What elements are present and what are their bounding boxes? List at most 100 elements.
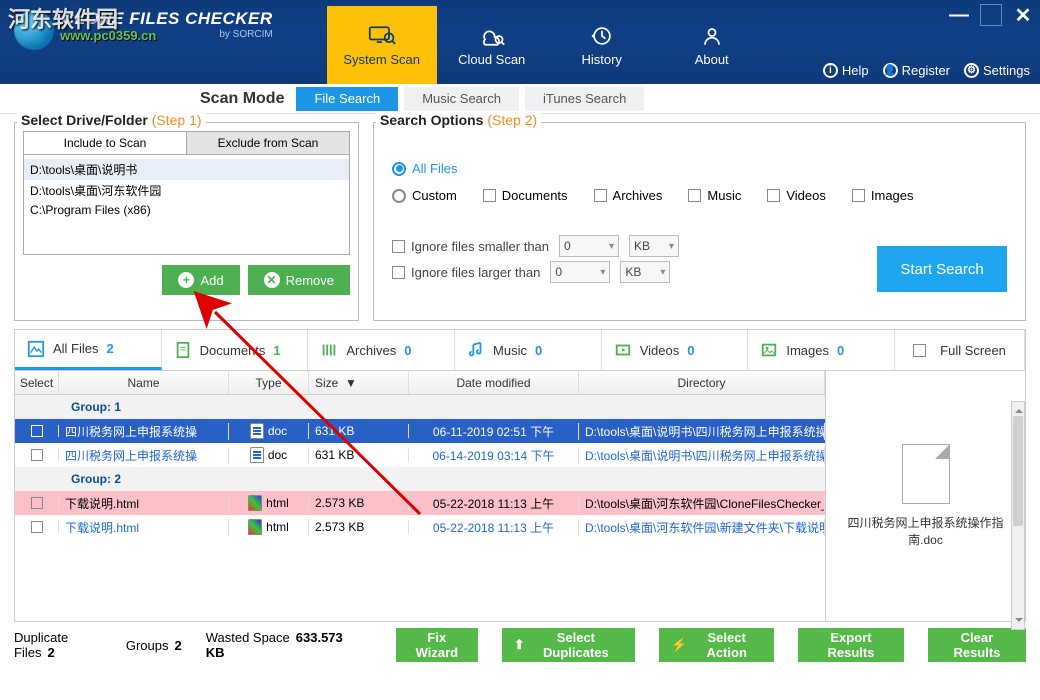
close-button[interactable]: ✕: [1012, 4, 1034, 26]
smaller-unit[interactable]: KB: [629, 235, 679, 257]
th-directory[interactable]: Directory: [579, 371, 825, 394]
tab-cloud-scan[interactable]: Cloud Scan: [437, 6, 547, 84]
cell-size: 2.573 KB: [309, 520, 409, 534]
folder-item[interactable]: D:\tools\桌面\说明书: [24, 159, 349, 180]
qr-icon[interactable]: [980, 4, 1002, 26]
videos-label: Videos: [786, 188, 826, 203]
rtab-videos[interactable]: Videos 0: [602, 330, 749, 370]
rtab-archives[interactable]: Archives 0: [308, 330, 455, 370]
th-size[interactable]: Size ▼: [309, 371, 409, 394]
plus-icon: +: [178, 272, 194, 288]
tab-history-label: History: [581, 52, 621, 67]
tab-history[interactable]: History: [547, 6, 657, 84]
table-row[interactable]: 下载说明.html html 2.573 KB 05-22-2018 11:13…: [15, 491, 825, 515]
row-checkbox[interactable]: [31, 521, 43, 533]
larger-unit[interactable]: KB: [620, 261, 670, 283]
folder-item[interactable]: D:\tools\桌面\河东软件园: [24, 180, 349, 201]
scan-mode-label: Scan Mode: [200, 90, 284, 108]
tab-exclude[interactable]: Exclude from Scan: [187, 132, 349, 154]
archives-icon: [320, 341, 338, 359]
x-icon: ✕: [264, 272, 280, 288]
rtab-arch-count: 0: [404, 343, 411, 358]
app-subtitle: by SORCIM: [62, 29, 273, 40]
tab-about[interactable]: About: [657, 6, 767, 84]
clear-results-button[interactable]: Clear Results: [928, 628, 1026, 662]
monitor-search-icon: [368, 24, 396, 48]
rtab-all-label: All Files: [53, 341, 99, 356]
selact-label: Select Action: [691, 630, 762, 660]
check-images[interactable]: Images: [852, 188, 914, 203]
status-bar: Duplicate Files2 Groups2 Wasted Space633…: [0, 622, 1040, 668]
preview-pane: 四川税务网上申报系统操作指南.doc: [825, 371, 1025, 621]
videos-icon: [614, 341, 632, 359]
row-checkbox[interactable]: [31, 425, 43, 437]
tab-include[interactable]: Include to Scan: [24, 132, 187, 154]
scan-mode-row: Scan Mode File Search Music Search iTune…: [0, 84, 1040, 114]
radio-all-files[interactable]: All Files: [392, 161, 458, 176]
export-results-button[interactable]: Export Results: [798, 628, 904, 662]
fix-wizard-button[interactable]: Fix Wizard: [396, 628, 478, 662]
folder-list[interactable]: D:\tools\桌面\说明书 D:\tools\桌面\河东软件园 C:\Pro…: [23, 155, 350, 255]
tab-system-scan[interactable]: System Scan: [327, 6, 437, 84]
vertical-scrollbar[interactable]: [1011, 401, 1025, 630]
select-duplicates-button[interactable]: ⬆Select Duplicates: [502, 628, 635, 662]
th-date[interactable]: Date modified: [409, 371, 579, 394]
main-nav: System Scan Cloud Scan History About: [327, 0, 767, 84]
up-arrow-icon: ⬆: [514, 637, 525, 653]
check-videos[interactable]: Videos: [767, 188, 826, 203]
mode-music-search[interactable]: Music Search: [404, 87, 519, 111]
preview-doc-icon: [902, 444, 950, 504]
fullscreen-check: [913, 344, 926, 357]
check-ignore-smaller[interactable]: Ignore files smaller than: [392, 239, 549, 254]
help-link[interactable]: i Help: [823, 63, 869, 78]
table-row[interactable]: 四川税务网上申报系统操 doc 631 KB 06-14-2019 03:14 …: [15, 443, 825, 467]
wasted-space-label: Wasted Space633.573 KB: [206, 630, 348, 660]
check-music[interactable]: Music: [688, 188, 741, 203]
minimize-button[interactable]: —: [948, 4, 970, 26]
info-icon: i: [823, 63, 838, 78]
rtab-docs-count: 1: [273, 343, 280, 358]
check-ignore-larger[interactable]: Ignore files larger than: [392, 265, 540, 280]
cell-name: 下载说明.html: [59, 495, 229, 512]
start-search-button[interactable]: Start Search: [877, 246, 1007, 292]
rtab-documents[interactable]: Documents 1: [162, 330, 309, 370]
images-label: Images: [871, 188, 914, 203]
cell-dir: D:\tools\桌面\河东软件园\新建文件夹\下载说明.html: [579, 519, 825, 536]
add-folder-button[interactable]: + Add: [162, 265, 239, 295]
th-type[interactable]: Type: [229, 371, 309, 394]
rtab-images[interactable]: Images 0: [748, 330, 895, 370]
rtab-all[interactable]: All Files 2: [15, 330, 162, 370]
allfiles-label: All Files: [412, 161, 458, 176]
register-link[interactable]: 👤Register: [883, 63, 950, 78]
cell-size: 631 KB: [309, 424, 409, 438]
fullscreen-toggle[interactable]: Full Screen: [895, 330, 1025, 370]
remove-folder-button[interactable]: ✕Remove: [248, 265, 350, 295]
dup-files-label: Duplicate Files2: [14, 630, 102, 660]
folder-item[interactable]: C:\Program Files (x86): [24, 201, 349, 219]
th-name[interactable]: Name: [59, 371, 229, 394]
settings-link[interactable]: ⚙Settings: [964, 63, 1030, 78]
help-label: Help: [842, 63, 869, 78]
table-row[interactable]: 下载说明.html html 2.573 KB 05-22-2018 11:13…: [15, 515, 825, 539]
check-documents[interactable]: Documents: [483, 188, 568, 203]
add-label: Add: [200, 273, 223, 288]
row-checkbox[interactable]: [31, 497, 43, 509]
rtab-images-count: 0: [837, 343, 844, 358]
rtab-music[interactable]: Music 0: [455, 330, 602, 370]
music-icon: [467, 341, 485, 359]
mode-itunes-search[interactable]: iTunes Search: [525, 87, 644, 111]
smaller-value[interactable]: 0: [559, 235, 619, 257]
larger-value[interactable]: 0: [550, 261, 610, 283]
mode-file-search[interactable]: File Search: [296, 87, 398, 111]
results-table: Select Name Type Size ▼ Date modified Di…: [14, 371, 1026, 622]
titlebar: CLONE FILES CHECKER by SORCIM System Sca…: [0, 0, 1040, 84]
th-select[interactable]: Select: [15, 371, 59, 394]
cell-type: doc: [268, 424, 287, 438]
radio-custom[interactable]: Custom: [392, 188, 457, 203]
check-archives[interactable]: Archives: [594, 188, 663, 203]
table-row[interactable]: 四川税务网上申报系统操 doc 631 KB 06-11-2019 02:51 …: [15, 419, 825, 443]
scroll-thumb[interactable]: [1013, 416, 1023, 526]
row-checkbox[interactable]: [31, 449, 43, 461]
cell-size: 2.573 KB: [309, 496, 409, 510]
select-action-button[interactable]: ⚡Select Action: [659, 628, 774, 662]
